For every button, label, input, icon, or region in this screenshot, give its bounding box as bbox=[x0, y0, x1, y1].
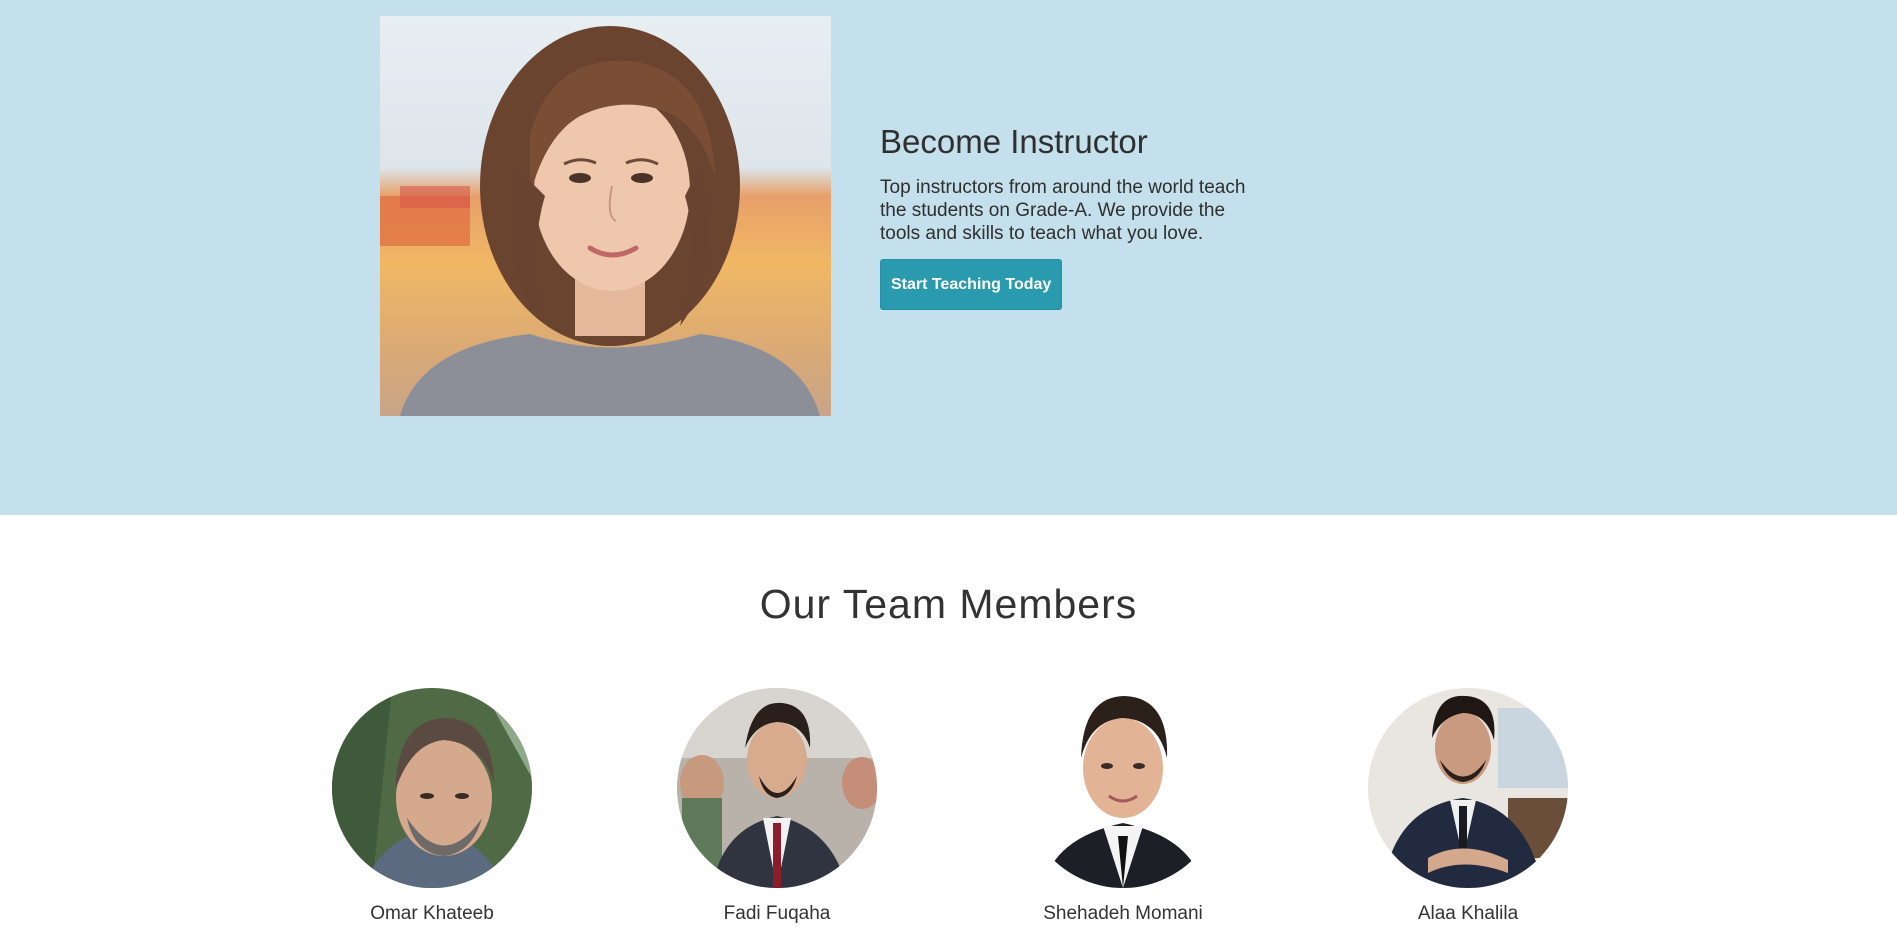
member-avatar bbox=[1368, 688, 1568, 888]
member-name: Alaa Khalila bbox=[1417, 903, 1519, 924]
start-teaching-button[interactable]: Start Teaching Today bbox=[880, 259, 1063, 310]
hero-title: Become Instructor bbox=[880, 123, 1148, 160]
team-member: Omar Khateeb bbox=[302, 688, 562, 926]
team-member: Fadi Fuqaha bbox=[647, 688, 907, 926]
team-section: Our Team Members Omar Khateeb Fadi Fuqah… bbox=[0, 515, 1897, 937]
member-name: Fadi Fuqaha bbox=[723, 903, 831, 924]
member-name: Shehadeh Momani bbox=[1043, 903, 1203, 924]
become-instructor-section: Become Instructor Top instructors from a… bbox=[0, 0, 1897, 515]
team-member: Shehadeh Momani bbox=[993, 688, 1253, 926]
member-avatar bbox=[332, 688, 532, 888]
hero-text-block: Become Instructor Top instructors from a… bbox=[880, 122, 1280, 310]
team-title: Our Team Members bbox=[759, 581, 1138, 627]
team-member: Alaa Khalila bbox=[1338, 688, 1598, 926]
member-avatar bbox=[1023, 688, 1223, 888]
instructor-photo bbox=[380, 16, 831, 416]
member-avatar bbox=[677, 688, 877, 888]
hero-description: Top instructors from around the world te… bbox=[880, 177, 1246, 244]
member-name: Omar Khateeb bbox=[370, 903, 494, 924]
